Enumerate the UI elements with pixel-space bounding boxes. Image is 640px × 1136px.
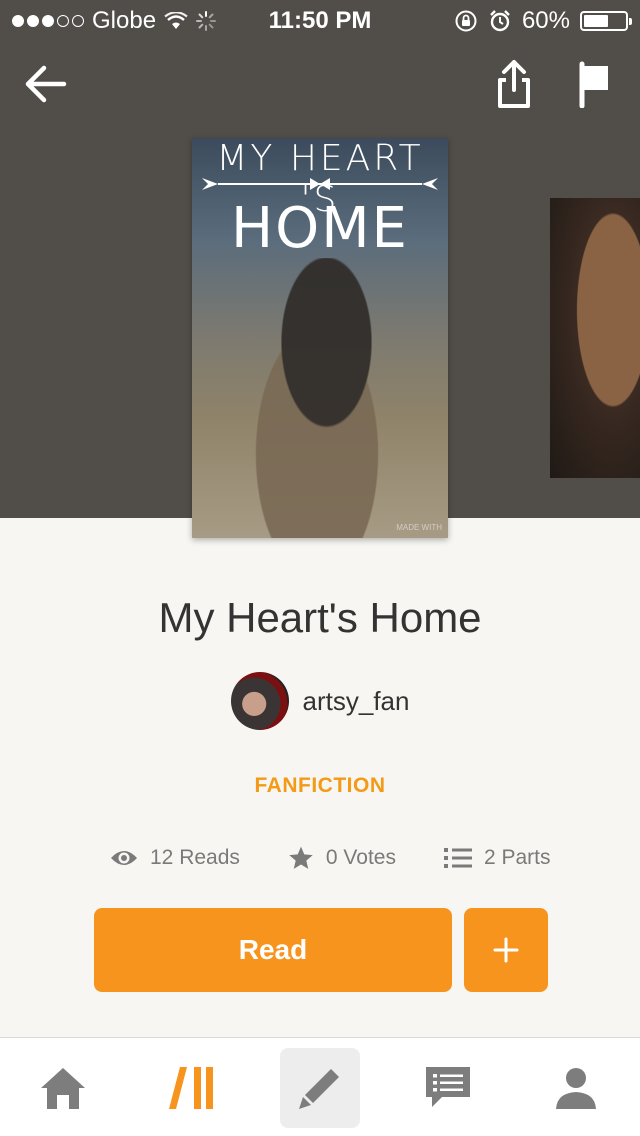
share-button[interactable] [490, 56, 538, 112]
status-bar: Globe 11:50 PM 60% [0, 0, 640, 40]
library-icon [169, 1067, 213, 1109]
story-stats: 12 Reads 0 Votes 2 Parts [110, 845, 551, 871]
battery-icon [580, 11, 632, 31]
cover-arrow-divider [202, 178, 438, 190]
plus-icon [493, 937, 519, 963]
story-title: My Heart's Home [158, 594, 482, 641]
cover-credit: MADE WITH [396, 523, 442, 532]
profile-icon [556, 1068, 596, 1109]
share-icon [498, 60, 530, 108]
eye-icon [111, 851, 137, 865]
back-arrow-icon [25, 65, 67, 103]
messages-icon [426, 1067, 470, 1107]
list-icon [443, 848, 472, 868]
tab-library[interactable] [152, 1048, 232, 1128]
parts-stat: 2 Parts [443, 846, 551, 870]
avatar[interactable] [230, 672, 289, 730]
pencil-icon [299, 1069, 339, 1109]
reads-stat: 12 Reads [110, 846, 240, 870]
tab-home[interactable] [23, 1048, 103, 1128]
story-cover[interactable]: MY HEART 'S HOME MADE WITH [192, 138, 448, 538]
rotation-lock-icon [455, 10, 477, 32]
flag-icon [579, 61, 608, 108]
tab-write[interactable] [280, 1048, 360, 1128]
votes-count: 0 Votes [325, 846, 396, 869]
battery-percentage: 60% [521, 7, 570, 34]
reads-count: 12 Reads [150, 846, 240, 869]
tab-profile[interactable] [536, 1048, 616, 1128]
home-icon [41, 1068, 85, 1109]
next-story-cover[interactable] [550, 198, 640, 478]
read-button[interactable]: Read [94, 908, 452, 992]
add-to-library-button[interactable] [464, 908, 548, 992]
author-name[interactable]: artsy_fan [303, 686, 410, 717]
votes-stat: 0 Votes [288, 845, 396, 871]
alarm-icon [490, 10, 510, 32]
tab-messages[interactable] [408, 1048, 488, 1128]
cover-title-line2: HOME [231, 196, 409, 261]
report-button[interactable] [570, 56, 618, 112]
parts-count: 2 Parts [483, 846, 551, 869]
genre-label[interactable]: FANFICTION [0, 774, 640, 798]
star-icon [289, 846, 313, 869]
author-row[interactable]: artsy_fan [0, 672, 640, 730]
cover-photo [222, 258, 412, 538]
bottom-tab-bar [0, 1037, 640, 1136]
back-button[interactable] [20, 58, 72, 110]
